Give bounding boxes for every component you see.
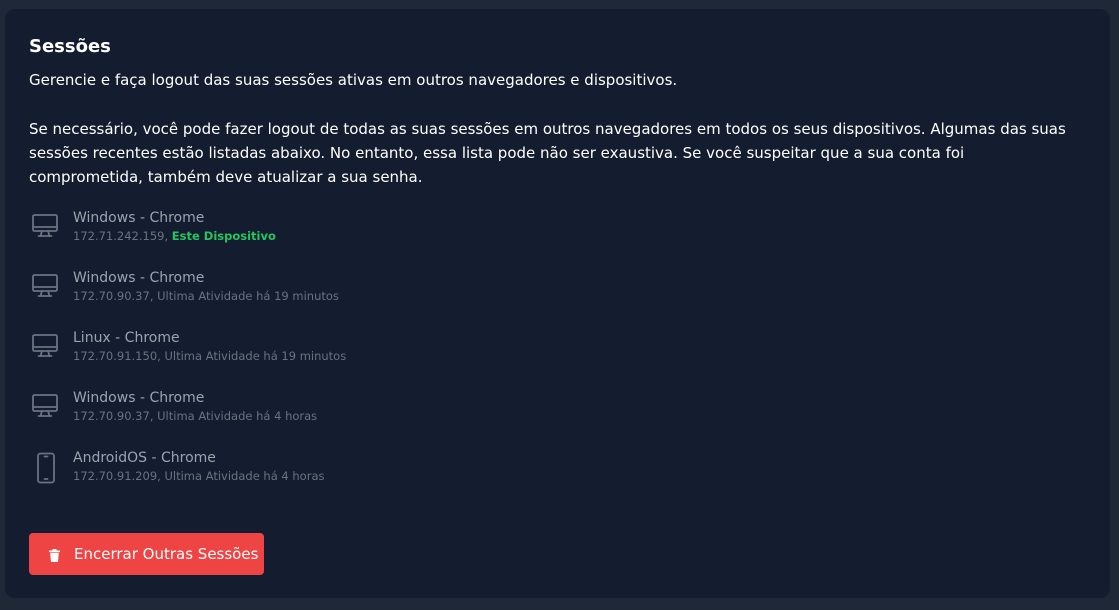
session-device: Windows - Chrome <box>73 210 205 226</box>
section-subtitle: Gerencie e faça logout das suas sessões … <box>29 71 678 89</box>
session-ip: 172.70.90.37, <box>73 289 154 303</box>
session-last-activity: Ultima Atividade há 19 minutos <box>157 289 339 303</box>
sessions-card: Sessões Gerencie e faça logout das suas … <box>5 9 1110 598</box>
trash-icon <box>49 548 60 562</box>
desktop-icon <box>31 272 59 304</box>
session-meta: 172.70.90.37, Ultima Atividade há 4 hora… <box>73 407 317 425</box>
session-ip: 172.70.91.150, <box>73 349 161 363</box>
section-title: Sessões <box>29 36 111 57</box>
session-meta: 172.71.242.159, Este Dispositivo <box>73 227 276 245</box>
session-item: AndroidOS - Chrome 172.70.91.209, Ultima… <box>29 449 1086 509</box>
desktop-icon <box>31 212 59 244</box>
session-device: Linux - Chrome <box>73 330 180 346</box>
session-item: Windows - Chrome 172.70.90.37, Ultima At… <box>29 269 1086 329</box>
session-last-activity: Ultima Atividade há 4 horas <box>164 469 325 483</box>
sessions-list: Windows - Chrome 172.71.242.159, Este Di… <box>29 209 1086 509</box>
session-meta: 172.70.91.209, Ultima Atividade há 4 hor… <box>73 467 324 485</box>
mobile-icon <box>31 452 59 484</box>
session-device: Windows - Chrome <box>73 390 205 406</box>
session-device: Windows - Chrome <box>73 270 205 286</box>
session-item: Windows - Chrome 172.70.90.37, Ultima At… <box>29 389 1086 449</box>
current-device-badge: Este Dispositivo <box>171 229 276 243</box>
section-description: Se necessário, você pode fazer logout de… <box>29 120 1066 186</box>
session-meta: 172.70.91.150, Ultima Atividade há 19 mi… <box>73 347 346 365</box>
session-last-activity: Ultima Atividade há 19 minutos <box>164 349 347 363</box>
session-ip: 172.70.91.209, <box>73 469 161 483</box>
logout-button-label: Encerrar Outras Sessões <box>74 545 259 563</box>
session-item: Windows - Chrome 172.71.242.159, Este Di… <box>29 209 1086 269</box>
logout-other-sessions-button[interactable]: Encerrar Outras Sessões <box>29 533 264 575</box>
session-ip: 172.70.90.37, <box>73 409 154 423</box>
session-device: AndroidOS - Chrome <box>73 450 216 466</box>
session-last-activity: Ultima Atividade há 4 horas <box>157 409 318 423</box>
session-item: Linux - Chrome 172.70.91.150, Ultima Ati… <box>29 329 1086 389</box>
session-meta: 172.70.90.37, Ultima Atividade há 19 min… <box>73 287 339 305</box>
desktop-icon <box>31 332 59 364</box>
desktop-icon <box>31 392 59 424</box>
session-ip: 172.71.242.159, <box>73 229 169 243</box>
